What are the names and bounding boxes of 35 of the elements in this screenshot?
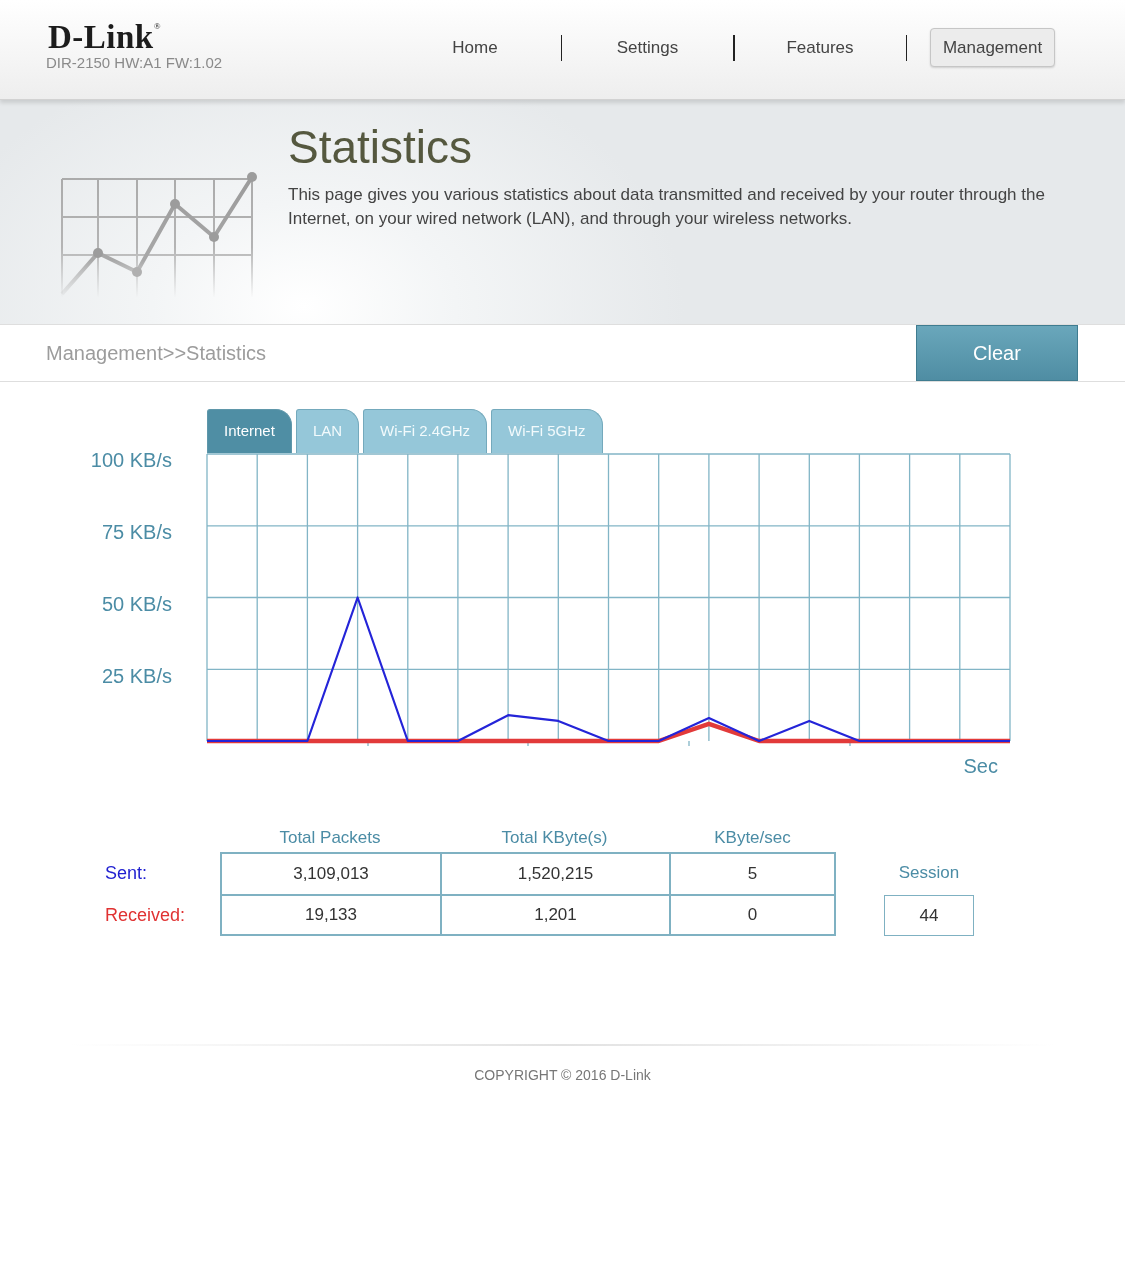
x-axis-label: Sec [963,755,998,778]
column-header: KByte/sec [713,827,792,850]
page-description: This page gives you various statistics about data transmitted and received by your router through the Internet, on your wired network (LAN), and through your wireless networks. [288,184,1046,230]
nav-link[interactable]: Features [774,28,866,67]
page-title: Statistics [288,120,473,174]
table-cell: 19,133 [220,894,440,936]
row-label: Sent: [105,861,149,885]
session-label: Session [897,862,961,885]
y-axis-label: 75 KB/s [101,521,172,544]
table-cell: 5 [669,852,836,894]
trend-point [93,248,103,258]
table-cell: 1,520,215 [440,852,669,894]
brand-logo: D-Link$^{®}$ [47,20,162,54]
table-cell: 0 [669,894,836,936]
session-value: 44 [884,895,974,936]
nav-link[interactable]: Home [440,28,510,67]
nav-link[interactable]: Management [929,28,1056,67]
model-info: DIR-2150 HW:A1 FW:1.02 [46,54,223,72]
table-cell: 3,109,013 [220,852,440,894]
clear-button[interactable]: Clear [916,325,1078,381]
table-cell: 1,201 [440,894,669,936]
column-header: Total Packets [278,827,382,850]
breadcrumb: Management>>Statistics [45,341,267,366]
y-axis-label: 50 KB/s [101,592,172,615]
trend-point [170,199,180,209]
column-header: Total KByte(s) [500,827,609,850]
trend-point [247,172,257,182]
y-axis-label: 100 KB/s [90,453,172,472]
y-axis-label: 25 KB/s [101,664,172,687]
trend-point [209,232,219,242]
row-label: Received: [105,903,187,927]
copyright-text: COPYRIGHT © 2016 D-Link [474,1066,651,1085]
trend-point [132,267,142,277]
chart-tab[interactable]: Internet [207,409,292,453]
nav-link[interactable]: Settings [604,28,691,67]
